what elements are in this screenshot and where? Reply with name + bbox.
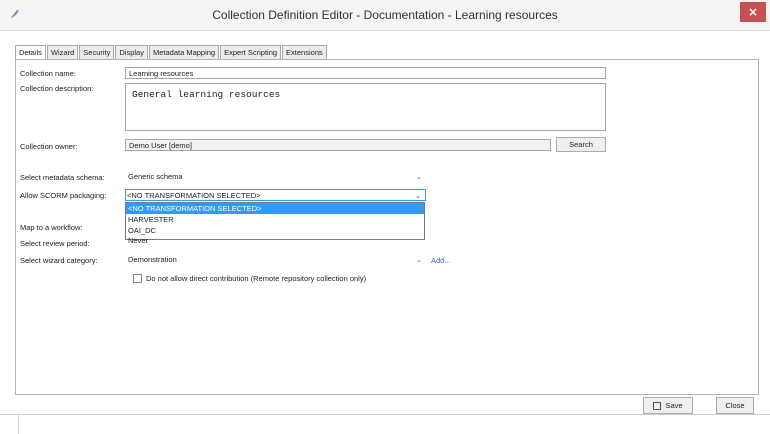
metadata-schema-value: Generic schema — [128, 172, 183, 181]
close-button[interactable]: Close — [716, 397, 754, 414]
review-period-value: Never — [128, 236, 149, 245]
scorm-option[interactable]: HARVESTER — [126, 214, 424, 225]
collection-owner-field: Demo User [demo] — [125, 139, 551, 151]
collection-description-label: Collection description: — [20, 84, 94, 93]
wizard-category-label: Select wizard category: — [20, 256, 98, 265]
tab-extensions[interactable]: Extensions — [282, 45, 327, 59]
review-period-select[interactable]: Never — [125, 236, 426, 250]
tab-security[interactable]: Security — [79, 45, 115, 59]
save-icon — [653, 402, 662, 411]
tab-display[interactable]: Display — [115, 45, 148, 59]
wizard-category-select[interactable]: Demonstration ⌄ — [125, 254, 426, 266]
status-bar-divider — [0, 414, 770, 415]
save-button[interactable]: Save — [643, 397, 693, 414]
collection-name-input[interactable]: Learning resources — [125, 67, 606, 79]
editor-body: Details Wizard Security Display Metadata… — [8, 37, 761, 425]
chevron-down-icon: ⌄ — [416, 173, 422, 181]
direct-contribution-checkbox[interactable] — [133, 274, 142, 283]
metadata-schema-label: Select metadata schema: — [20, 173, 105, 182]
details-panel: Collection name: Learning resources Coll… — [15, 59, 759, 395]
scorm-packaging-select[interactable]: <NO TRANSFORMATION SELECTED> ⌄ — [125, 189, 426, 201]
tab-bar: Details Wizard Security Display Metadata… — [15, 45, 328, 60]
title-bar: Collection Definition Editor - Documenta… — [0, 0, 770, 31]
workflow-label: Map to a workflow: — [20, 223, 83, 232]
review-period-label: Select review period: — [20, 239, 90, 248]
scorm-option[interactable]: OAI_DC — [126, 225, 424, 236]
tab-expert-scripting[interactable]: Expert Scripting — [220, 45, 282, 59]
chevron-down-icon: ⌄ — [416, 256, 422, 264]
chevron-down-icon: ⌄ — [415, 192, 421, 200]
scorm-packaging-value: <NO TRANSFORMATION SELECTED> — [127, 191, 261, 200]
collection-name-label: Collection name: — [20, 69, 76, 78]
close-window-button[interactable]: × — [740, 2, 766, 22]
scorm-option[interactable]: <NO TRANSFORMATION SELECTED> — [126, 203, 424, 214]
tab-details[interactable]: Details — [15, 45, 46, 60]
save-button-label: Save — [665, 401, 683, 410]
tab-metadata-mapping[interactable]: Metadata Mapping — [148, 45, 220, 59]
scorm-packaging-label: Allow SCORM packaging: — [20, 191, 107, 200]
direct-contribution-label: Do not allow direct contribution (Remote… — [146, 274, 367, 283]
wizard-category-value: Demonstration — [128, 255, 177, 264]
scorm-packaging-dropdown: <NO TRANSFORMATION SELECTED> HARVESTER O… — [125, 202, 425, 240]
collection-description-textarea[interactable]: General learning resources — [125, 83, 606, 131]
status-bar-separator — [18, 414, 19, 434]
add-category-link[interactable]: Add... — [431, 256, 451, 265]
window-title: Collection Definition Editor - Documenta… — [212, 8, 558, 22]
metadata-schema-select[interactable]: Generic schema ⌄ — [125, 171, 426, 183]
collection-owner-label: Collection owner: — [20, 142, 78, 151]
tab-wizard[interactable]: Wizard — [46, 45, 79, 59]
search-owner-button[interactable]: Search — [556, 137, 606, 152]
